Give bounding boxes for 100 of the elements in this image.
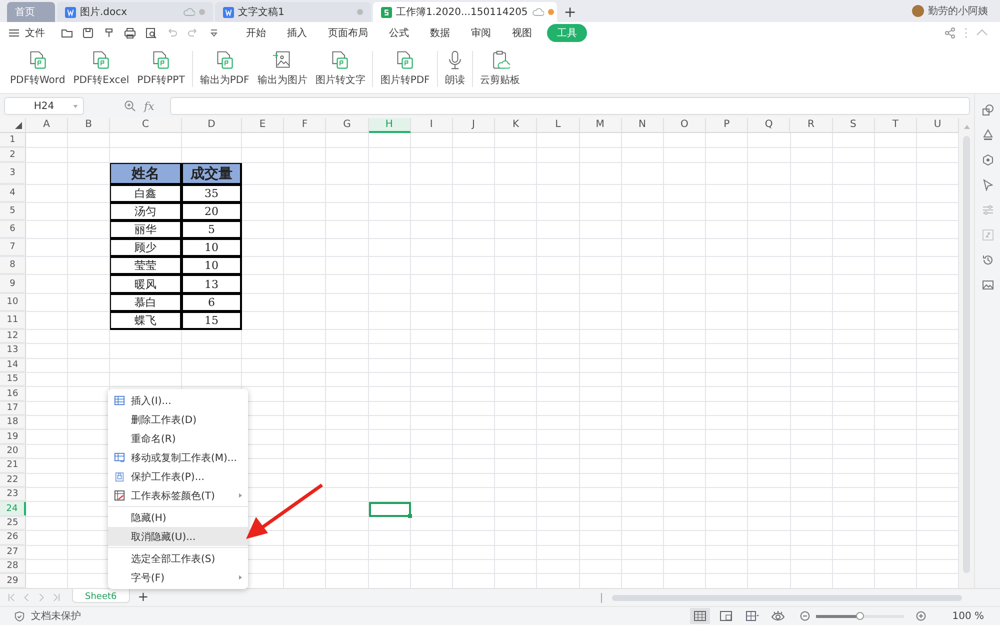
column-header[interactable]: C (110, 118, 182, 133)
document-tab[interactable]: 图片.docx (57, 2, 213, 22)
table-cell: 慕白 (110, 294, 182, 312)
row-header[interactable]: 21 (0, 459, 26, 473)
tab-label: 工作簿1.2020...150114205 (396, 6, 528, 19)
row-header[interactable]: 28 (0, 560, 26, 574)
column-header[interactable]: B (68, 118, 110, 133)
row-header[interactable]: 9 (0, 275, 26, 293)
row-header[interactable]: 10 (0, 294, 26, 311)
column-header[interactable]: R (790, 118, 833, 133)
ribbon-tab[interactable]: 开始 (236, 24, 276, 42)
table-cell: 汤匀 (110, 203, 182, 222)
tool-button[interactable]: PDF转Word (6, 50, 70, 87)
menu-item[interactable]: 删除工作表(D) (108, 410, 248, 429)
column-header[interactable]: E (242, 118, 284, 133)
tool-button[interactable]: PDF转PPT (133, 50, 189, 87)
row-header[interactable]: 5 (0, 203, 26, 220)
row-header[interactable]: 2 (0, 148, 26, 162)
header-cell: 成交量 (182, 163, 242, 185)
column-header[interactable]: F (284, 118, 326, 133)
tab-label: 图片.docx (80, 6, 128, 19)
table-cell: 13 (182, 275, 242, 294)
file-menu-button[interactable]: 文件 (9, 26, 45, 40)
tab-label: 文字文稿1 (238, 6, 286, 19)
column-header[interactable]: S (832, 118, 875, 133)
ribbon-tab[interactable]: 页面布局 (318, 24, 378, 42)
row-header[interactable]: 1 (0, 133, 26, 147)
menu-item[interactable]: 选定全部工作表(S) (108, 549, 248, 568)
row-header[interactable]: 27 (0, 546, 26, 559)
row-header[interactable]: 3 (0, 163, 26, 184)
row-header[interactable]: 18 (0, 416, 26, 430)
name-box[interactable]: H24 (4, 97, 84, 115)
new-tab-button[interactable]: + (557, 2, 583, 22)
tool-button[interactable]: 云剪贴板 (476, 50, 524, 87)
tool-button[interactable]: 朗读 (440, 50, 469, 87)
row-header[interactable]: 25 (0, 516, 26, 530)
table-cell: 白鑫 (110, 185, 182, 204)
row-header[interactable]: 26 (0, 531, 26, 545)
column-header[interactable]: J (452, 118, 496, 133)
table-cell: 莹莹 (110, 257, 182, 276)
row-header[interactable]: 6 (0, 221, 26, 238)
ribbon-tab[interactable]: 数据 (420, 24, 460, 42)
row-header[interactable]: 14 (0, 358, 26, 372)
column-header[interactable]: P (706, 118, 748, 133)
sheet-tab[interactable]: Sheet6 (72, 589, 130, 603)
row-header[interactable]: 16 (0, 387, 26, 401)
table-cell: 丽华 (110, 221, 182, 240)
row-header[interactable]: 19 (0, 430, 26, 444)
tab-label: 首页 (15, 6, 36, 19)
table-cell: 暖风 (110, 275, 182, 294)
row-header[interactable]: 11 (0, 312, 26, 329)
menu-item[interactable]: 保护工作表(P)... (108, 467, 248, 486)
menu-item[interactable]: 重命名(R) (108, 429, 248, 448)
row-header[interactable]: 23 (0, 488, 26, 502)
column-header[interactable]: A (26, 118, 68, 133)
ribbon-tab[interactable]: 公式 (379, 24, 419, 42)
user-name[interactable]: 勤劳的小阿姨 (928, 4, 988, 18)
table-cell: 10 (182, 239, 242, 258)
menu-item[interactable]: 移动或复制工作表(M)... (108, 448, 248, 467)
tool-button[interactable]: 输出为图片 (253, 50, 312, 87)
row-header[interactable]: 22 (0, 474, 26, 488)
menu-item[interactable]: 字号(F) (108, 568, 248, 587)
column-header[interactable]: D (182, 118, 242, 133)
column-header[interactable]: K (495, 118, 538, 133)
row-header[interactable]: 13 (0, 344, 26, 358)
row-header[interactable]: 8 (0, 257, 26, 274)
menu-item[interactable]: 工作表标签颜色(T) (108, 486, 248, 505)
table-cell: 顾少 (110, 239, 182, 258)
column-header[interactable]: Q (748, 118, 790, 133)
row-header[interactable]: 20 (0, 444, 26, 458)
row-header[interactable]: 29 (0, 574, 26, 588)
menu-item[interactable]: 隐藏(H) (108, 508, 248, 527)
document-tab[interactable]: 文字文稿1 (215, 2, 371, 22)
protection-status: 文档未保护 (31, 610, 81, 623)
add-sheet-button[interactable]: + (138, 590, 149, 605)
tool-button[interactable]: 输出为PDF (196, 50, 254, 87)
column-header[interactable]: I (410, 118, 453, 133)
table-cell: 20 (182, 203, 242, 222)
ribbon-tab[interactable]: 视图 (502, 24, 542, 42)
menu-item[interactable]: 取消隐藏(U)... (108, 527, 248, 546)
ribbon-tab[interactable]: 审阅 (461, 24, 501, 42)
column-header[interactable]: L (537, 118, 580, 133)
ribbon-tab[interactable]: 插入 (277, 24, 317, 42)
tool-button[interactable]: 图片转文字 (311, 50, 370, 87)
zoom-percentage: 100 % (952, 610, 984, 622)
row-header[interactable]: 15 (0, 372, 26, 386)
document-tab[interactable]: 工作簿1.2020...150114205 (373, 2, 557, 22)
column-header[interactable]: N (622, 118, 664, 133)
table-cell: 蝶飞 (110, 312, 182, 330)
row-header[interactable]: 7 (0, 239, 26, 256)
column-header[interactable]: O (664, 118, 706, 133)
row-header[interactable]: 12 (0, 330, 26, 344)
tool-button[interactable]: 图片转PDF (376, 50, 434, 87)
menu-item[interactable]: 插入(I)... (108, 391, 248, 410)
column-header[interactable]: M (580, 118, 622, 133)
row-header[interactable]: 4 (0, 185, 26, 202)
table-cell: 10 (182, 257, 242, 276)
row-header[interactable]: 17 (0, 402, 26, 416)
tool-button[interactable]: PDF转Excel (69, 50, 134, 87)
column-header[interactable]: T (874, 118, 917, 133)
